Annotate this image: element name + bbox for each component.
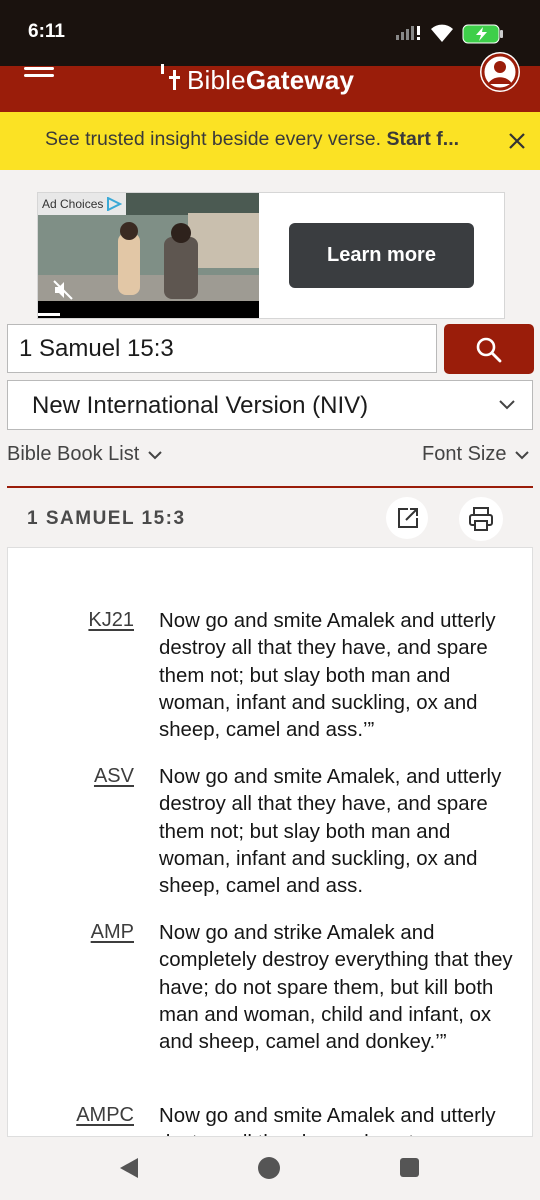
printer-icon — [469, 507, 493, 531]
ad-choices-label: Ad Choices — [42, 197, 104, 211]
learn-more-button[interactable]: Learn more — [289, 223, 474, 288]
logo-mark-icon — [155, 54, 187, 94]
logo-text-light: Bible — [187, 64, 246, 95]
version-select[interactable]: New International Version (NIV) — [7, 380, 533, 430]
version-link[interactable]: ASV — [94, 765, 134, 788]
verse-comparison-list: KJ21 Now go and smite Amalek and utterly… — [7, 547, 533, 1137]
logo-text-bold: Gateway — [245, 64, 355, 95]
promo-text: See trusted insight beside every verse. … — [45, 128, 459, 151]
site-header: BibleGateway — [0, 52, 540, 112]
site-logo[interactable]: BibleGateway — [155, 54, 354, 96]
version-link[interactable]: AMPC — [76, 1104, 134, 1127]
back-icon[interactable] — [118, 1157, 140, 1179]
chevron-down-icon — [515, 450, 530, 459]
hamburger-menu-icon[interactable] — [24, 63, 54, 89]
chevron-down-icon — [148, 450, 163, 459]
search-icon — [476, 337, 502, 363]
font-size-toggle[interactable]: Font Size — [422, 443, 530, 466]
verse-text: Now go and smite Amalek, and utterly des… — [159, 766, 502, 898]
print-button[interactable] — [459, 497, 503, 541]
signal-icon — [396, 26, 420, 40]
ad-choices-badge[interactable]: Ad Choices — [38, 193, 127, 215]
advertisement[interactable]: Ad Choices Learn more — [37, 192, 505, 319]
chevron-down-icon — [499, 400, 515, 410]
passage-search-box[interactable] — [7, 324, 437, 373]
ad-video-thumbnail[interactable]: Ad Choices — [38, 193, 259, 318]
share-button[interactable] — [386, 497, 428, 539]
close-icon[interactable] — [505, 129, 529, 153]
ad-choices-icon — [107, 197, 123, 211]
logo-text: BibleGateway — [187, 65, 354, 96]
system-navigation-bar — [0, 1137, 540, 1200]
external-link-icon — [398, 508, 418, 528]
bible-book-list-label: Bible Book List — [7, 443, 140, 465]
verse-text: Now go and smite Amalek and utterly dest… — [159, 1105, 496, 1136]
search-button[interactable] — [444, 324, 534, 374]
recent-apps-icon[interactable] — [400, 1158, 419, 1177]
version-link[interactable]: AMP — [91, 921, 134, 944]
verse-text: Now go and strike Amalek and completely … — [159, 922, 513, 1054]
font-size-label: Font Size — [422, 443, 507, 465]
status-time: 6:11 — [28, 21, 65, 42]
version-selected: New International Version (NIV) — [32, 392, 369, 419]
promo-banner[interactable]: See trusted insight beside every verse. … — [0, 112, 540, 170]
home-icon[interactable] — [258, 1157, 280, 1179]
passage-title: 1 SAMUEL 15:3 — [27, 508, 186, 529]
promo-cta[interactable]: Start f... — [386, 128, 459, 150]
wifi-icon — [431, 24, 453, 42]
passage-search-input[interactable] — [19, 335, 419, 363]
bible-book-list-toggle[interactable]: Bible Book List — [7, 443, 163, 466]
verse-text: Now go and smite Amalek and utterly dest… — [159, 610, 496, 742]
battery-icon — [462, 24, 503, 44]
promo-message: See trusted insight beside every verse. — [45, 128, 382, 150]
divider — [7, 486, 533, 488]
user-account-icon[interactable] — [480, 52, 520, 92]
muted-speaker-icon[interactable] — [52, 279, 74, 301]
version-link[interactable]: KJ21 — [88, 609, 134, 632]
